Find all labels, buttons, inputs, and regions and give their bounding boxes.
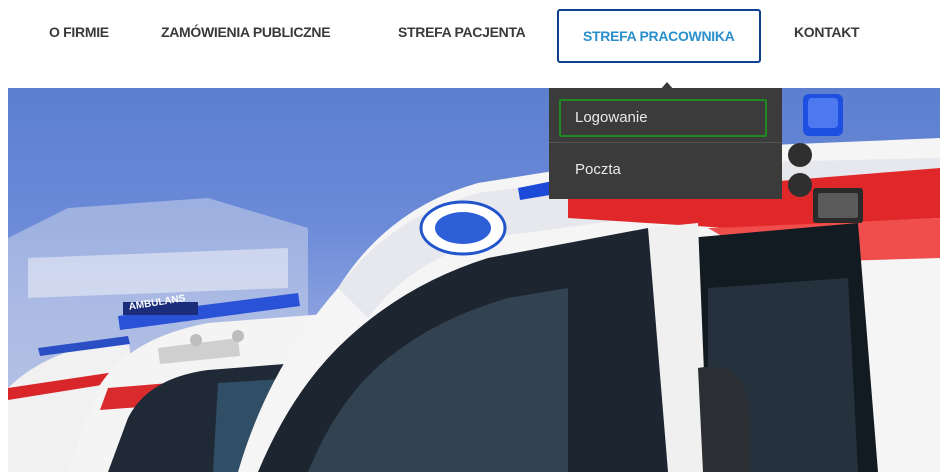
submenu-item-poczta[interactable]: Poczta — [559, 153, 767, 191]
submenu-divider — [549, 142, 782, 143]
nav-item-strefa-pracownika[interactable]: STREFA PRACOWNIKA — [557, 9, 761, 63]
nav-item-kontakt[interactable]: KONTAKT — [794, 24, 860, 42]
nav-item-o-firmie[interactable]: O FIRMIE — [49, 24, 109, 42]
nav-item-zamowienia-publiczne[interactable]: ZAMÓWIENIA PUBLICZNE — [161, 24, 331, 42]
ambulance-illustration — [8, 94, 940, 472]
submenu-strefa-pracownika: Logowanie Poczta — [549, 88, 782, 199]
submenu-item-logowanie[interactable]: Logowanie — [559, 99, 767, 137]
hero-banner-image: AMBULANS — [8, 88, 940, 472]
nav-item-strefa-pacjenta[interactable]: STREFA PACJENTA — [398, 24, 526, 42]
main-navigation: O FIRMIE ZAMÓWIENIA PUBLICZNE STREFA PAC… — [0, 0, 940, 88]
